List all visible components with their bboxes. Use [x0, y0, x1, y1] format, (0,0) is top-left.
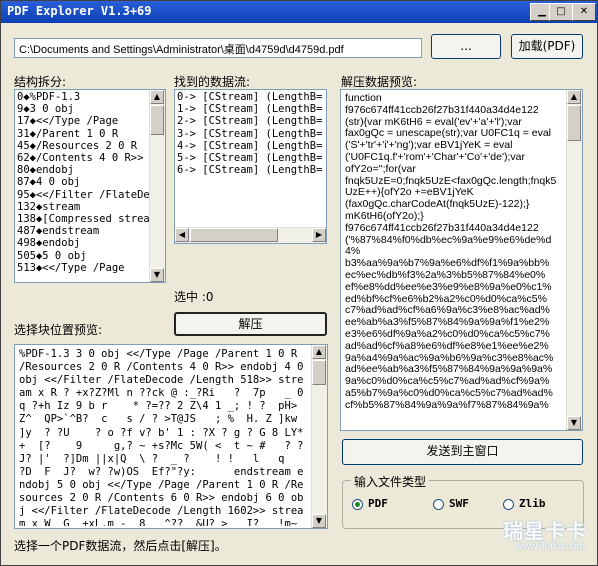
- structure-item[interactable]: 17◆<</Type /Page: [17, 115, 149, 127]
- scroll-thumb[interactable]: [190, 228, 278, 242]
- stream-item[interactable]: 3-> [CStream] (LengthB= 1668: [177, 128, 324, 140]
- scroll-up-icon[interactable]: ▲: [150, 90, 164, 104]
- scroll-right-icon[interactable]: ▶: [312, 228, 326, 242]
- main-window: PDF Explorer V1.3+69 ▁ □ ✕ C:\Documents …: [0, 0, 598, 566]
- maximize-button[interactable]: □: [549, 3, 573, 21]
- decompress-button[interactable]: 解压: [174, 312, 327, 336]
- block-preview-text: %PDF-1.3 3 0 obj <</Type /Page /Parent 1…: [19, 348, 304, 526]
- structure-item[interactable]: 513◆<</Type /Page: [17, 262, 149, 274]
- streams-list: 0-> [CStream] (LengthB= 518)1-> [CStream…: [177, 91, 324, 227]
- watermark-text: 瑞星卡卡: [503, 519, 587, 543]
- stream-item[interactable]: 0-> [CStream] (LengthB= 518): [177, 91, 324, 103]
- send-to-main-button[interactable]: 发送到主窗口: [342, 439, 583, 465]
- stream-item[interactable]: 5-> [CStream] (LengthB= 1445: [177, 152, 324, 164]
- scroll-left-icon[interactable]: ◀: [175, 228, 189, 242]
- streams-hscrollbar[interactable]: ◀ ▶: [175, 227, 326, 243]
- radio-zlib-label: Zlib: [519, 497, 546, 510]
- streams-label: 找到的数据流:: [174, 75, 251, 89]
- stream-item[interactable]: 2-> [CStream] (LengthB= 2827: [177, 115, 324, 127]
- structure-item[interactable]: 498◆endobj: [17, 237, 149, 249]
- preview-scrollbar[interactable]: ▲ ▼: [566, 90, 582, 430]
- structure-item[interactable]: 31◆/Parent 1 0 R: [17, 128, 149, 140]
- watermark-url: www.ikaka.com: [516, 541, 585, 552]
- radio-pdf[interactable]: [352, 499, 363, 510]
- structure-item[interactable]: 132◆stream: [17, 201, 149, 213]
- structure-item[interactable]: 87◆4 0 obj: [17, 176, 149, 188]
- scroll-thumb[interactable]: [312, 360, 326, 385]
- block-preview-scrollbar[interactable]: ▲ ▼: [311, 345, 327, 528]
- block-preview-textbox[interactable]: %PDF-1.3 3 0 obj <</Type /Page /Parent 1…: [14, 344, 328, 529]
- radio-zlib[interactable]: [503, 499, 514, 510]
- structure-label: 结构拆分:: [14, 75, 67, 89]
- structure-item[interactable]: 80◆endobj: [17, 164, 149, 176]
- scroll-down-icon[interactable]: ▼: [150, 268, 164, 282]
- radio-pdf-label: PDF: [368, 497, 388, 510]
- browse-button[interactable]: ...: [431, 34, 501, 59]
- stream-item[interactable]: 1-> [CStream] (LengthB= 1602: [177, 103, 324, 115]
- stream-item[interactable]: 6-> [CStream] (LengthB= 500): [177, 164, 324, 176]
- structure-item[interactable]: 487◆endstream: [17, 225, 149, 237]
- scroll-up-icon[interactable]: ▲: [312, 345, 326, 359]
- selected-stream-label: 选中 :0: [174, 290, 214, 304]
- streams-listbox[interactable]: 0-> [CStream] (LengthB= 518)1-> [CStream…: [174, 89, 327, 244]
- scroll-up-icon[interactable]: ▲: [567, 90, 581, 104]
- preview-label: 解压数据预览:: [341, 75, 418, 89]
- window-title: PDF Explorer V1.3+69: [7, 4, 152, 18]
- structure-scrollbar[interactable]: ▲ ▼: [149, 90, 165, 282]
- structure-item[interactable]: 9◆3 0 obj: [17, 103, 149, 115]
- scroll-down-icon[interactable]: ▼: [567, 416, 581, 430]
- structure-list: 0◆%PDF-1.3 9◆3 0 obj 17◆<</Type /Page 31◆/P…: [17, 91, 149, 274]
- block-preview-label: 选择块位置预览:: [14, 323, 103, 337]
- structure-item[interactable]: 138◆[Compressed stream]: [17, 213, 149, 225]
- radio-swf[interactable]: [433, 499, 444, 510]
- stream-item[interactable]: 4-> [CStream] (LengthB= 1949: [177, 140, 324, 152]
- scroll-down-icon[interactable]: ▼: [312, 514, 326, 528]
- scroll-thumb[interactable]: [567, 105, 581, 141]
- radio-swf-label: SWF: [449, 497, 469, 510]
- structure-item[interactable]: 95◆<</Filter /FlateDecode: [17, 189, 149, 201]
- file-path-input[interactable]: C:\Documents and Settings\Administrator\…: [14, 38, 422, 58]
- structure-item[interactable]: 0◆%PDF-1.3: [17, 91, 149, 103]
- structure-item[interactable]: 505◆5 0 obj: [17, 250, 149, 262]
- file-type-label: 输入文件类型: [351, 473, 430, 490]
- title-bar[interactable]: PDF Explorer V1.3+69 ▁ □ ✕: [1, 1, 597, 23]
- status-text: 选择一个PDF数据流，然后点击[解压]。: [14, 539, 227, 553]
- structure-item[interactable]: 45◆/Resources 2 0 R: [17, 140, 149, 152]
- load-pdf-button[interactable]: 加载(PDF): [511, 34, 583, 59]
- watermark-logo: 瑞星卡卡 www.ikaka.com: [457, 515, 587, 555]
- scroll-thumb[interactable]: [150, 105, 164, 135]
- decompressed-preview-text: function f976c674ff41ccb26f27b31f440a34d…: [345, 93, 557, 411]
- structure-listbox[interactable]: 0◆%PDF-1.3 9◆3 0 obj 17◆<</Type /Page 31◆/P…: [14, 89, 166, 283]
- structure-item[interactable]: 62◆/Contents 4 0 R>>: [17, 152, 149, 164]
- close-button[interactable]: ✕: [572, 3, 596, 21]
- decompressed-preview-textbox[interactable]: function f976c674ff41ccb26f27b31f440a34d…: [340, 89, 583, 431]
